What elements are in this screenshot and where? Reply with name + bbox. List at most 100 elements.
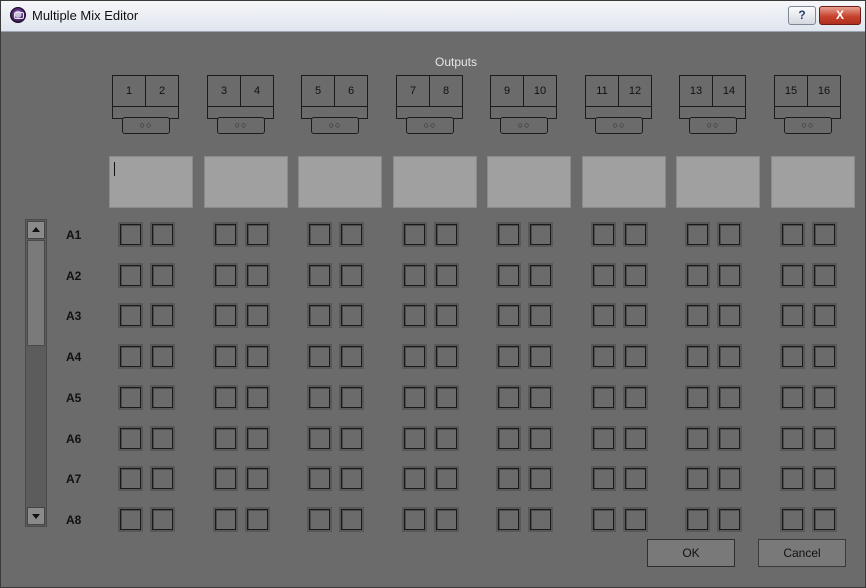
- output-name-field[interactable]: [771, 156, 855, 208]
- routing-checkbox[interactable]: [152, 387, 173, 408]
- routing-checkbox[interactable]: [120, 224, 141, 245]
- routing-checkbox[interactable]: [782, 387, 803, 408]
- routing-checkbox[interactable]: [120, 509, 141, 530]
- stereo-link-icon[interactable]: ○○: [500, 117, 548, 134]
- routing-checkbox[interactable]: [498, 305, 519, 326]
- routing-checkbox[interactable]: [404, 428, 425, 449]
- routing-checkbox[interactable]: [687, 428, 708, 449]
- routing-checkbox[interactable]: [247, 305, 268, 326]
- routing-checkbox[interactable]: [593, 265, 614, 286]
- routing-checkbox[interactable]: [436, 387, 457, 408]
- routing-checkbox[interactable]: [309, 428, 330, 449]
- routing-checkbox[interactable]: [309, 305, 330, 326]
- routing-checkbox[interactable]: [625, 509, 646, 530]
- routing-checkbox[interactable]: [719, 305, 740, 326]
- routing-checkbox[interactable]: [814, 346, 835, 367]
- routing-checkbox[interactable]: [498, 224, 519, 245]
- routing-checkbox[interactable]: [625, 387, 646, 408]
- routing-checkbox[interactable]: [120, 305, 141, 326]
- cancel-button[interactable]: Cancel: [758, 539, 846, 567]
- routing-checkbox[interactable]: [719, 468, 740, 489]
- output-name-field[interactable]: [298, 156, 382, 208]
- routing-checkbox[interactable]: [404, 468, 425, 489]
- routing-checkbox[interactable]: [814, 468, 835, 489]
- routing-checkbox[interactable]: [309, 224, 330, 245]
- routing-checkbox[interactable]: [593, 428, 614, 449]
- routing-checkbox[interactable]: [719, 387, 740, 408]
- routing-checkbox[interactable]: [247, 387, 268, 408]
- routing-checkbox[interactable]: [152, 428, 173, 449]
- routing-checkbox[interactable]: [404, 387, 425, 408]
- routing-checkbox[interactable]: [782, 428, 803, 449]
- routing-checkbox[interactable]: [404, 265, 425, 286]
- routing-checkbox[interactable]: [341, 305, 362, 326]
- routing-checkbox[interactable]: [719, 428, 740, 449]
- scroll-up-arrow-icon[interactable]: [27, 221, 45, 239]
- routing-checkbox[interactable]: [436, 509, 457, 530]
- routing-checkbox[interactable]: [436, 224, 457, 245]
- routing-checkbox[interactable]: [530, 305, 551, 326]
- routing-checkbox[interactable]: [436, 468, 457, 489]
- routing-checkbox[interactable]: [498, 346, 519, 367]
- routing-checkbox[interactable]: [814, 387, 835, 408]
- routing-checkbox[interactable]: [814, 509, 835, 530]
- routing-checkbox[interactable]: [215, 387, 236, 408]
- routing-checkbox[interactable]: [309, 468, 330, 489]
- routing-checkbox[interactable]: [687, 346, 708, 367]
- routing-checkbox[interactable]: [120, 265, 141, 286]
- scroll-down-arrow-icon[interactable]: [27, 507, 45, 525]
- routing-checkbox[interactable]: [593, 387, 614, 408]
- routing-checkbox[interactable]: [593, 305, 614, 326]
- close-button[interactable]: X: [819, 6, 861, 25]
- routing-checkbox[interactable]: [341, 387, 362, 408]
- routing-checkbox[interactable]: [247, 509, 268, 530]
- stereo-link-icon[interactable]: ○○: [689, 117, 737, 134]
- routing-checkbox[interactable]: [436, 428, 457, 449]
- routing-checkbox[interactable]: [530, 265, 551, 286]
- routing-checkbox[interactable]: [309, 509, 330, 530]
- routing-checkbox[interactable]: [152, 305, 173, 326]
- routing-checkbox[interactable]: [530, 387, 551, 408]
- routing-checkbox[interactable]: [152, 224, 173, 245]
- scroll-thumb[interactable]: [27, 240, 45, 346]
- routing-checkbox[interactable]: [814, 305, 835, 326]
- routing-checkbox[interactable]: [625, 468, 646, 489]
- routing-checkbox[interactable]: [687, 468, 708, 489]
- routing-checkbox[interactable]: [530, 224, 551, 245]
- routing-checkbox[interactable]: [625, 346, 646, 367]
- vertical-scrollbar[interactable]: [25, 219, 47, 527]
- routing-checkbox[interactable]: [530, 468, 551, 489]
- routing-checkbox[interactable]: [530, 428, 551, 449]
- routing-checkbox[interactable]: [215, 428, 236, 449]
- routing-checkbox[interactable]: [498, 265, 519, 286]
- routing-checkbox[interactable]: [404, 346, 425, 367]
- output-name-field[interactable]: [204, 156, 288, 208]
- routing-checkbox[interactable]: [247, 468, 268, 489]
- routing-checkbox[interactable]: [719, 509, 740, 530]
- output-name-field[interactable]: [487, 156, 571, 208]
- routing-checkbox[interactable]: [593, 224, 614, 245]
- routing-checkbox[interactable]: [341, 468, 362, 489]
- routing-checkbox[interactable]: [719, 346, 740, 367]
- routing-checkbox[interactable]: [687, 509, 708, 530]
- routing-checkbox[interactable]: [215, 265, 236, 286]
- routing-checkbox[interactable]: [782, 346, 803, 367]
- routing-checkbox[interactable]: [719, 224, 740, 245]
- routing-checkbox[interactable]: [152, 509, 173, 530]
- routing-checkbox[interactable]: [404, 224, 425, 245]
- routing-checkbox[interactable]: [687, 265, 708, 286]
- output-name-field[interactable]: [582, 156, 666, 208]
- routing-checkbox[interactable]: [782, 265, 803, 286]
- routing-checkbox[interactable]: [687, 224, 708, 245]
- routing-checkbox[interactable]: [782, 224, 803, 245]
- output-name-field[interactable]: [676, 156, 760, 208]
- help-button[interactable]: ?: [788, 6, 816, 25]
- routing-checkbox[interactable]: [120, 428, 141, 449]
- stereo-link-icon[interactable]: ○○: [595, 117, 643, 134]
- stereo-link-icon[interactable]: ○○: [406, 117, 454, 134]
- routing-checkbox[interactable]: [593, 468, 614, 489]
- routing-checkbox[interactable]: [498, 428, 519, 449]
- routing-checkbox[interactable]: [341, 224, 362, 245]
- routing-checkbox[interactable]: [341, 428, 362, 449]
- routing-checkbox[interactable]: [215, 468, 236, 489]
